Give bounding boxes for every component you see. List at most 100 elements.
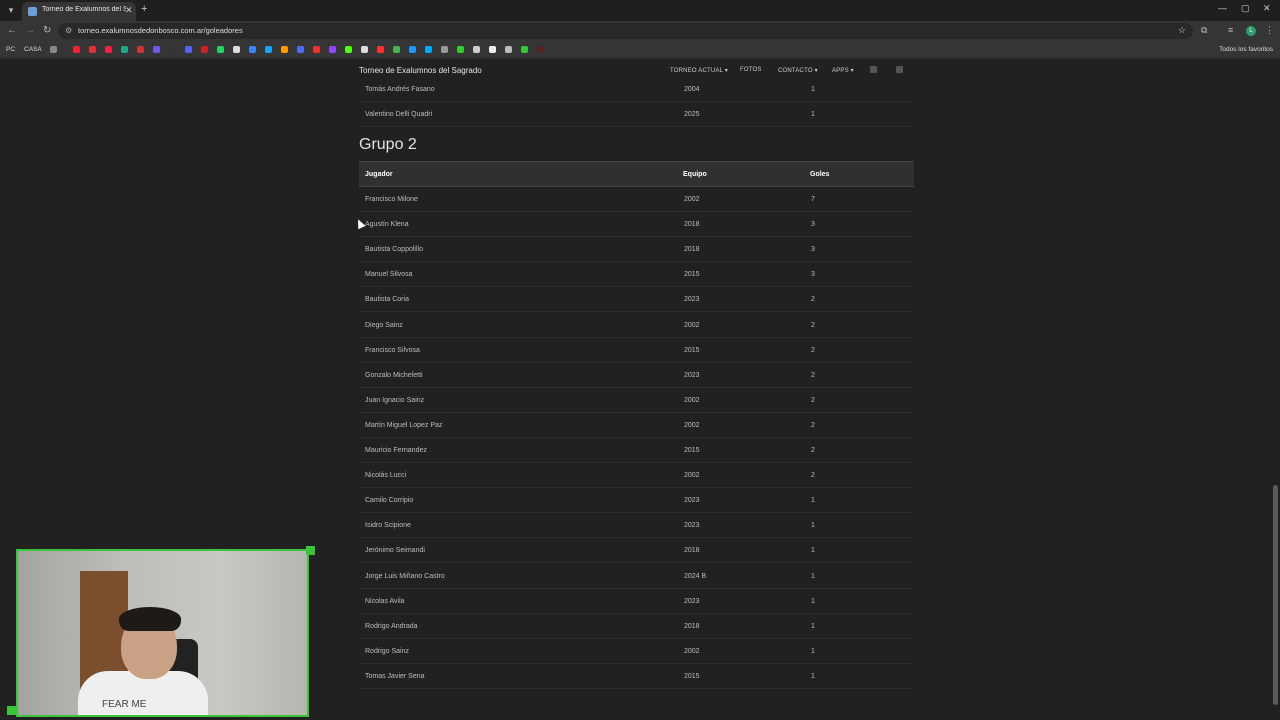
site-info-icon[interactable]: ⚙	[65, 26, 72, 35]
bookmark-icon[interactable]	[473, 46, 480, 53]
bookmark-icon[interactable]	[505, 46, 512, 53]
table-row: Valentino Delli Quadri 2025 1	[359, 102, 914, 127]
kick-icon[interactable]	[345, 46, 352, 53]
webcam-handle-icon[interactable]	[7, 706, 16, 715]
cell-goles: 2	[811, 421, 815, 429]
nav-fotos[interactable]: FOTOS	[740, 67, 762, 73]
profile-avatar[interactable]: L	[1246, 26, 1256, 36]
cell-equipo: 2002	[684, 321, 700, 329]
bookmark-icon[interactable]	[297, 46, 304, 53]
cell-jugador: Diego Sainz	[365, 321, 403, 329]
cell-jugador: Tomas Javier Sena	[365, 672, 425, 680]
cell-goles: 1	[811, 647, 815, 655]
bookmark-icon[interactable]	[50, 46, 57, 53]
bookmark-item[interactable]: CASA	[24, 46, 42, 53]
bookmark-icon[interactable]	[201, 46, 208, 53]
site-brand[interactable]: Torneo de Exalumnos del Sagrado	[359, 66, 482, 75]
tab-close-icon[interactable]: ✕	[125, 5, 133, 16]
cell-goles: 1	[811, 547, 815, 555]
bookmark-icon[interactable]	[153, 46, 160, 53]
cell-equipo: 2023	[684, 497, 700, 505]
browser-tab[interactable]: Torneo de Exalumnos del Sagrad ✕	[22, 2, 136, 21]
table-row: Bautista Coria 2023 2	[359, 287, 914, 313]
site-navbar: Torneo de Exalumnos del Sagrado TORNEO A…	[359, 62, 914, 78]
webcam-shirt-text: FEAR ME	[102, 699, 147, 710]
menu-icon[interactable]: ⋮	[1265, 25, 1274, 36]
cell-equipo: 2015	[684, 346, 700, 354]
maximize-icon[interactable]: ▢	[1241, 3, 1250, 14]
webcam-handle-icon[interactable]	[306, 546, 315, 555]
whatsapp-icon[interactable]	[217, 46, 224, 53]
url-text[interactable]: torneo.exalumnosdedonbosco.com.ar/golead…	[78, 26, 243, 35]
bookmark-icon[interactable]	[441, 46, 448, 53]
bookmark-icon[interactable]	[265, 46, 272, 53]
header-equipo: Equipo	[683, 171, 707, 178]
cell-goles: 2	[811, 396, 815, 404]
cell-jugador: Manuel Silvosa	[365, 271, 413, 279]
facebook-icon[interactable]	[870, 66, 877, 73]
bookmark-icon[interactable]	[409, 46, 416, 53]
minimize-icon[interactable]: —	[1218, 3, 1227, 13]
cell-goles: 3	[811, 221, 815, 229]
youtube-icon[interactable]	[377, 46, 384, 53]
address-bar[interactable]: ⚙ torneo.exalumnosdedonbosco.com.ar/gole…	[58, 23, 1193, 39]
bookmark-item[interactable]: PC	[6, 46, 15, 53]
table-row: Manuel Silvosa 2015 3	[359, 262, 914, 288]
cell-jugador: Martín Miguel Lopez Paz	[365, 421, 443, 429]
cell-equipo: 2002	[684, 647, 700, 655]
x-icon[interactable]	[361, 46, 368, 53]
bookmark-icon[interactable]	[233, 46, 240, 53]
cell-goles: 1	[811, 672, 815, 680]
extensions-icon[interactable]: ⧉	[1201, 25, 1207, 36]
cell-equipo: 2004	[684, 86, 700, 93]
cell-jugador: Jorge Luis Miñano Castro	[365, 572, 445, 580]
tab-title: Torneo de Exalumnos del Sagrad	[42, 6, 126, 13]
cell-goles: 3	[811, 246, 815, 254]
bookmark-icon[interactable]	[105, 46, 112, 53]
cell-equipo: 2018	[684, 246, 700, 254]
all-bookmarks-link[interactable]: Todos los favoritos	[1219, 46, 1273, 53]
bookmark-icon[interactable]	[249, 46, 256, 53]
bookmark-icon[interactable]	[73, 46, 80, 53]
nav-torneo-actual[interactable]: TORNEO ACTUAL ▾	[670, 67, 728, 74]
bookmark-icon[interactable]	[121, 46, 128, 53]
cell-jugador: Mauricio Fernandez	[365, 447, 427, 454]
bookmark-icon[interactable]	[393, 46, 400, 53]
back-icon[interactable]: ←	[7, 25, 17, 36]
cell-equipo: 2018	[684, 547, 700, 555]
table-row: Francisco Milone 2002 7	[359, 187, 914, 212]
bookmark-icon[interactable]	[537, 46, 544, 53]
tiktok-icon[interactable]	[489, 46, 496, 53]
instagram-icon[interactable]	[896, 66, 903, 73]
bookmark-icon[interactable]	[521, 46, 528, 53]
reload-icon[interactable]: ↻	[43, 25, 51, 36]
cell-jugador: Agustín Klena	[365, 221, 409, 229]
nav-apps[interactable]: APPS ▾	[832, 67, 854, 74]
bookmark-icon[interactable]	[137, 46, 144, 53]
bookmark-icon[interactable]	[169, 46, 176, 53]
forward-icon[interactable]: →	[25, 25, 35, 36]
nav-contacto[interactable]: CONTACTO ▾	[778, 67, 818, 74]
table-row: Tomas Javier Sena 2015 1	[359, 664, 914, 689]
bookmark-star-icon[interactable]: ☆	[1178, 25, 1186, 36]
cell-goles: 7	[811, 196, 815, 203]
bookmark-icon[interactable]	[89, 46, 96, 53]
bookmark-icon[interactable]	[281, 46, 288, 53]
webcam-overlay: FEAR ME	[16, 549, 309, 717]
bookmark-icon[interactable]	[185, 46, 192, 53]
window-close-icon[interactable]: ✕	[1263, 3, 1271, 14]
new-tab-button[interactable]: +	[141, 3, 147, 15]
cell-equipo: 2023	[684, 371, 700, 379]
media-icon[interactable]: ≡	[1228, 25, 1233, 35]
table-row: Camilo Corripio 2023 1	[359, 488, 914, 514]
scrollbar-thumb[interactable]	[1273, 485, 1278, 705]
cell-goles: 1	[811, 597, 815, 605]
bookmark-icon[interactable]	[313, 46, 320, 53]
cell-goles: 2	[811, 296, 815, 304]
twitch-icon[interactable]	[329, 46, 336, 53]
bookmark-icon[interactable]	[457, 46, 464, 53]
cell-equipo: 2023	[684, 296, 700, 304]
tab-search-icon[interactable]: ▾	[4, 3, 18, 17]
bookmark-icon[interactable]	[425, 46, 432, 53]
cell-jugador: Francisco Silvosa	[365, 346, 420, 354]
